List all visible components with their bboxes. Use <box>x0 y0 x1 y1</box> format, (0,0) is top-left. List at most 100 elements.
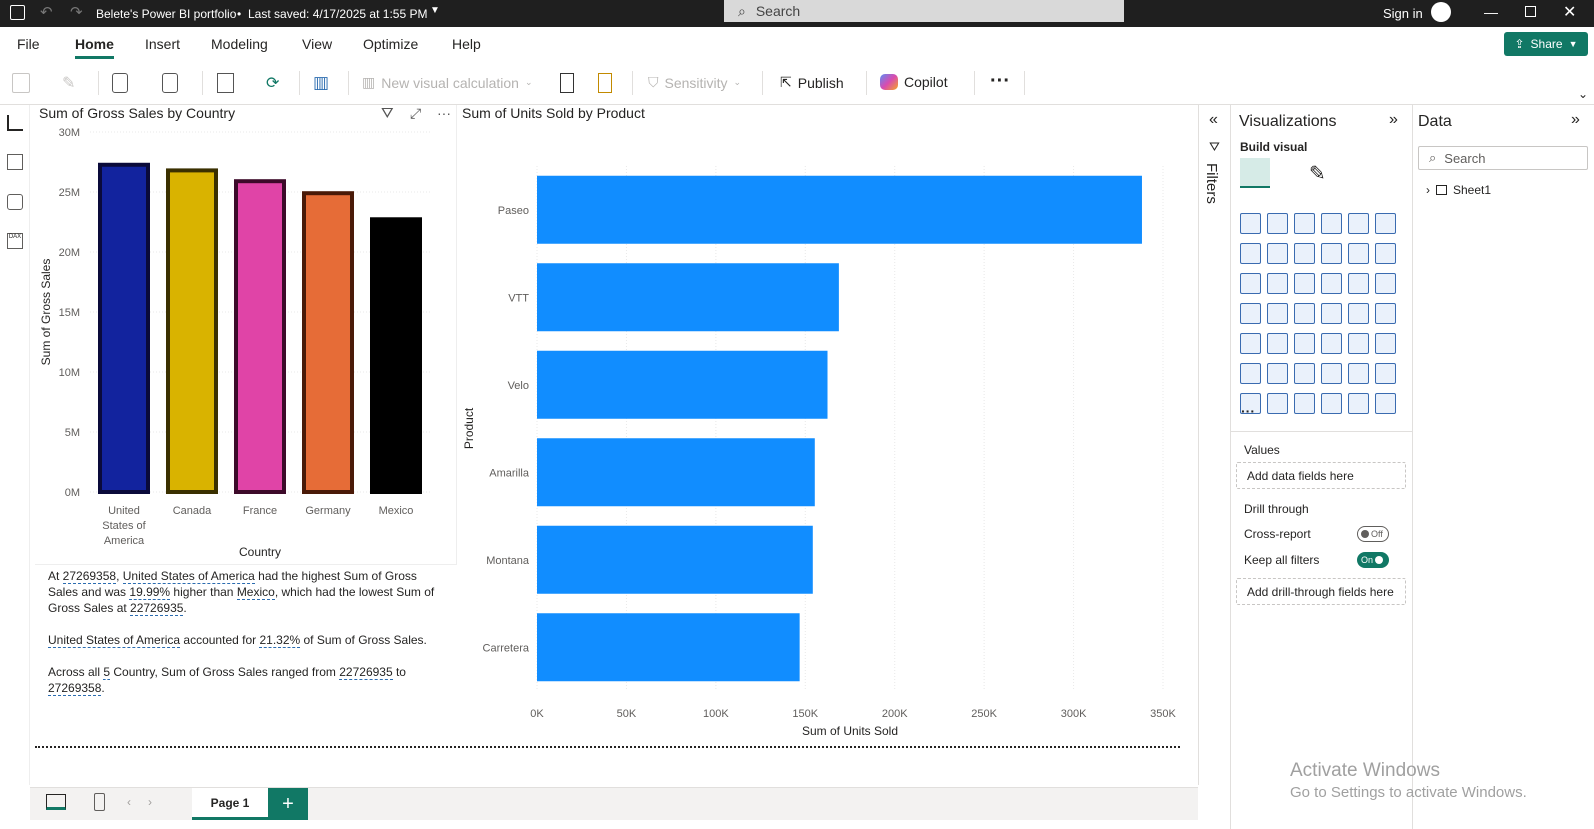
narrative-icon[interactable] <box>1348 363 1369 384</box>
metrics-icon[interactable] <box>1375 363 1396 384</box>
r-visual-icon[interactable] <box>1375 333 1396 354</box>
stacked-area-icon[interactable] <box>1294 243 1315 264</box>
tab-view[interactable]: View <box>302 36 332 52</box>
new-visual-icon[interactable]: ▥ <box>313 73 335 93</box>
treemap-icon[interactable] <box>1240 303 1261 324</box>
line-chart-icon[interactable] <box>1240 243 1261 264</box>
cross-report-toggle[interactable]: Off <box>1357 526 1389 542</box>
values-well[interactable]: Add data fields here <box>1236 462 1406 489</box>
key-influencers-icon[interactable] <box>1267 363 1288 384</box>
desktop-layout-icon[interactable] <box>46 794 66 810</box>
card-icon[interactable] <box>1375 303 1396 324</box>
new-visual-calculation-button[interactable]: ▥ New visual calculation ⌄ <box>362 74 533 91</box>
tab-file[interactable]: File <box>17 36 40 52</box>
narrative-value[interactable]: 27269358 <box>48 681 102 696</box>
collapse-ribbon-icon[interactable]: ⌄ <box>1578 87 1588 101</box>
map-icon[interactable] <box>1267 303 1288 324</box>
tab-optimize[interactable]: Optimize <box>363 36 418 52</box>
recent-sources-icon[interactable] <box>162 73 178 93</box>
new-card-icon[interactable] <box>1267 393 1288 414</box>
tab-help[interactable]: Help <box>452 36 481 52</box>
scatter-icon[interactable] <box>1321 273 1342 294</box>
search-input[interactable]: ⌕ Search <box>724 0 1124 22</box>
sign-in-link[interactable]: Sign in <box>1383 6 1423 21</box>
quick-measure-icon[interactable] <box>598 73 612 93</box>
format-visual-icon[interactable]: ✎ <box>1309 161 1326 186</box>
narrative-value[interactable]: 27269358 <box>62 569 117 584</box>
narrative-value[interactable]: Mexico <box>236 585 275 600</box>
table-icon[interactable] <box>1321 333 1342 354</box>
close-icon[interactable]: ✕ <box>1563 2 1576 22</box>
tab-insert[interactable]: Insert <box>145 36 180 52</box>
scroll-right-icon[interactable]: › <box>148 795 152 809</box>
build-visual-icon[interactable] <box>1240 158 1270 188</box>
new-slicer-icon[interactable] <box>1294 393 1315 414</box>
gauge-icon[interactable] <box>1348 303 1369 324</box>
share-button[interactable]: ⇪ Share ▼ <box>1504 32 1588 56</box>
narrative-value[interactable]: United States of America <box>122 569 255 584</box>
line-clustered-column-icon[interactable] <box>1375 243 1396 264</box>
narrative-value[interactable]: United States of America <box>48 633 181 648</box>
power-automate-icon[interactable] <box>1348 393 1369 414</box>
stacked-bar-icon[interactable] <box>1240 213 1261 234</box>
report-view-icon[interactable] <box>7 115 23 131</box>
transform-data-icon[interactable] <box>217 73 234 93</box>
table-sheet1[interactable]: › Sheet1 <box>1426 183 1491 197</box>
tab-modeling[interactable]: Modeling <box>211 36 268 52</box>
sensitivity-button[interactable]: ⛉ Sensitivity ⌄ <box>648 74 741 91</box>
minimize-icon[interactable]: — <box>1484 4 1498 20</box>
table-view-icon[interactable] <box>7 154 23 170</box>
funnel-icon[interactable] <box>1294 273 1315 294</box>
maximize-icon[interactable] <box>1525 6 1536 17</box>
format-painter-icon[interactable]: ✎ <box>62 73 84 93</box>
narrative-value[interactable]: 22726935 <box>339 665 393 680</box>
narrative-value[interactable]: 21.32% <box>259 633 301 648</box>
narrative-value[interactable]: 19.99% <box>129 585 171 600</box>
more-options-icon[interactable]: ··· <box>990 70 1010 93</box>
azure-map-icon[interactable] <box>1321 303 1342 324</box>
publish-button[interactable]: ⇱ Publish <box>780 74 844 91</box>
drill-through-well[interactable]: Add drill-through fields here <box>1236 578 1406 605</box>
python-visual-icon[interactable] <box>1240 363 1261 384</box>
focus-mode-icon[interactable]: ⤢ <box>410 105 421 122</box>
ribbon-chart-icon[interactable] <box>1240 273 1261 294</box>
power-apps-icon[interactable] <box>1321 393 1342 414</box>
more-visuals-ellipsis[interactable]: ··· <box>1241 403 1255 419</box>
filled-map-icon[interactable] <box>1294 303 1315 324</box>
add-page-button[interactable]: + <box>268 788 308 820</box>
qa-icon[interactable] <box>1321 363 1342 384</box>
save-icon[interactable] <box>10 5 25 20</box>
collapse-pane-icon[interactable]: » <box>1389 111 1398 129</box>
donut-chart-icon[interactable] <box>1375 273 1396 294</box>
refresh-icon[interactable]: ⟳ <box>266 73 288 93</box>
clustered-bar-icon[interactable] <box>1294 213 1315 234</box>
pie-chart-icon[interactable] <box>1348 273 1369 294</box>
paste-icon[interactable] <box>12 73 30 93</box>
title-dropdown-icon[interactable]: ▼ <box>430 5 440 16</box>
clustered-column-icon[interactable] <box>1321 213 1342 234</box>
dax-query-view-icon[interactable]: DAX <box>7 233 23 249</box>
get-data-icon[interactable] <box>112 73 128 93</box>
area-chart-icon[interactable] <box>1267 243 1288 264</box>
line-column-icon[interactable] <box>1348 243 1369 264</box>
matrix-icon[interactable] <box>1348 333 1369 354</box>
account-icon[interactable] <box>1431 2 1451 22</box>
100-column-icon[interactable] <box>1375 213 1396 234</box>
expand-filters-icon[interactable]: « <box>1209 111 1218 129</box>
more-visuals-icon[interactable] <box>1375 393 1396 414</box>
tab-page-1[interactable]: Page 1 <box>192 788 268 820</box>
filters-pane-collapsed[interactable]: « ⛛ Filters <box>1198 105 1230 785</box>
model-view-icon[interactable] <box>7 194 23 210</box>
gross-sales-visual[interactable]: Sum of Gross Sales by Country ⛛ ⤢ ··· 0M… <box>35 105 457 565</box>
tab-home[interactable]: Home <box>75 36 114 52</box>
redo-icon[interactable]: ↷ <box>70 3 83 21</box>
slicer-icon[interactable] <box>1294 333 1315 354</box>
collapse-pane-icon[interactable]: » <box>1571 111 1580 129</box>
narrative-value[interactable]: 22726935 <box>130 601 184 616</box>
kpi-icon[interactable] <box>1267 333 1288 354</box>
keep-all-filters-toggle[interactable]: On <box>1357 552 1389 568</box>
decomposition-tree-icon[interactable] <box>1294 363 1315 384</box>
100-area-icon[interactable] <box>1321 243 1342 264</box>
filter-icon[interactable]: ⛛ <box>381 105 394 122</box>
new-measure-icon[interactable] <box>560 73 574 93</box>
